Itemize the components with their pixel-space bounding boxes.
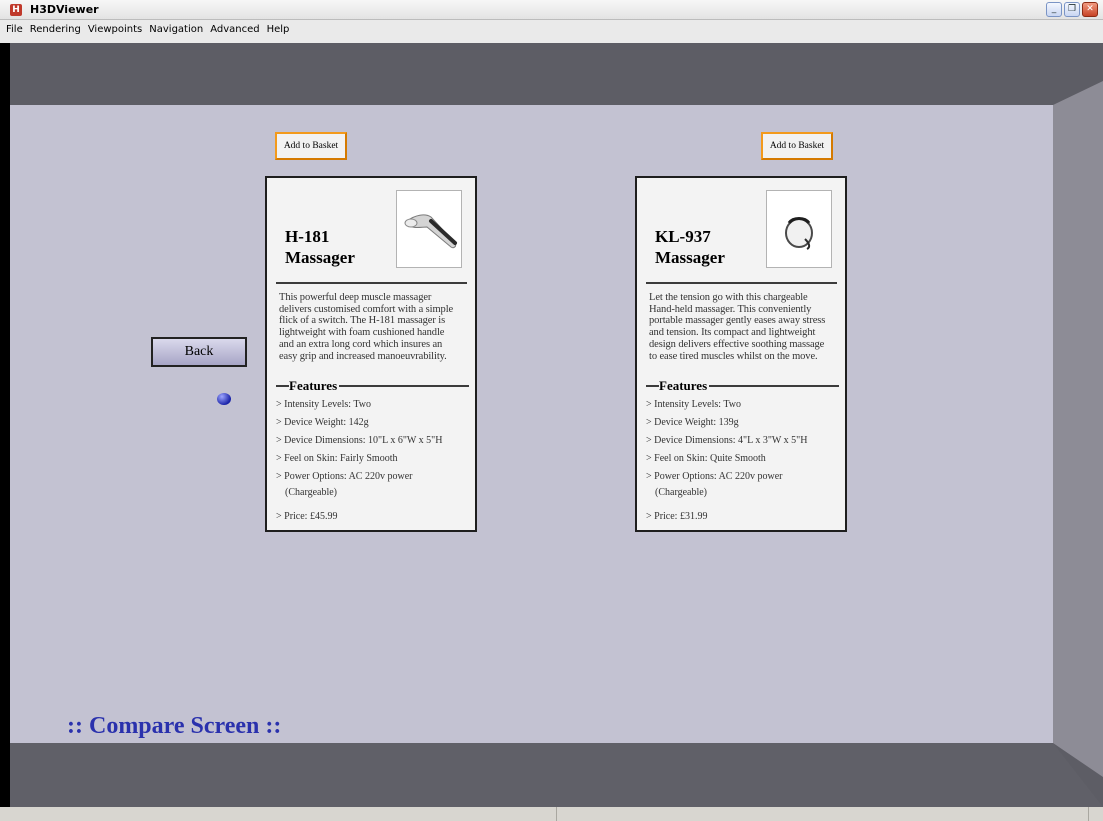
menu-bar: File Rendering Viewpoints Navigation Adv… [0,20,1103,43]
compare-screen-title: :: Compare Screen :: [67,713,282,739]
menu-navigation[interactable]: Navigation [149,24,203,35]
features-heading: Features [646,378,839,394]
feature-skin-feel: > Feel on Skin: Quite Smooth [646,453,766,464]
back-wall [10,105,1053,743]
compact-massager-image [766,190,832,268]
feature-intensity: > Intensity Levels: Two [646,399,742,410]
window-title: H3DViewer [30,3,99,16]
feature-weight: > Device Weight: 142g [276,417,369,428]
feature-weight: > Device Weight: 139g [646,417,739,428]
feature-dimensions: > Device Dimensions: 10"L x 6"W x 5"H [276,435,443,446]
menu-rendering[interactable]: Rendering [30,24,81,35]
feature-power-note: (Chargeable) [285,487,338,498]
card-divider [276,282,467,284]
menu-viewpoints[interactable]: Viewpoints [88,24,142,35]
feature-intensity: > Intensity Levels: Two [276,399,372,410]
card-divider [646,282,837,284]
title-bar: H H3DViewer _ ❐ ✕ [0,0,1103,20]
product-description: This powerful deep muscle massager deliv… [279,292,454,362]
product-card-kl937: KL-937 Massager Let the tension go with … [635,176,847,532]
status-divider [556,807,557,821]
add-to-basket-button-kl937[interactable]: Add to Basket [761,132,833,160]
handheld-massager-image [396,190,462,268]
feature-power: > Power Options: AC 220v power [646,471,783,482]
side-wall [1053,81,1103,777]
pointer-sphere-icon [217,393,231,405]
product-name: KL-937 Massager [655,227,725,267]
menu-file[interactable]: File [6,24,23,35]
features-heading: Features [276,378,469,394]
menu-help[interactable]: Help [267,24,290,35]
product-name: H-181 Massager [285,227,355,267]
feature-power: > Power Options: AC 220v power [276,471,413,482]
restore-button[interactable]: ❐ [1064,2,1080,17]
status-divider [1088,807,1089,821]
close-button[interactable]: ✕ [1082,2,1098,17]
add-to-basket-button-h181[interactable]: Add to Basket [275,132,347,160]
feature-power-note: (Chargeable) [655,487,708,498]
room-background [10,43,1103,807]
back-button[interactable]: Back [151,337,247,367]
product-card-h181: H-181 Massager This powerful deep muscle… [265,176,477,532]
3d-viewport[interactable]: Add to Basket H-181 Massager This powerf… [10,43,1103,807]
feature-dimensions: > Device Dimensions: 4"L x 3"W x 5"H [646,435,808,446]
floor-panel [10,743,1103,807]
h3d-app-icon: H [10,4,22,16]
product-price: > Price: £45.99 [276,511,338,522]
product-price: > Price: £31.99 [646,511,708,522]
menu-advanced[interactable]: Advanced [210,24,259,35]
minimize-button[interactable]: _ [1046,2,1062,17]
feature-skin-feel: > Feel on Skin: Fairly Smooth [276,453,398,464]
status-bar [0,807,1103,821]
product-description: Let the tension go with this chargeable … [649,292,826,362]
window-controls: _ ❐ ✕ [1046,2,1098,17]
